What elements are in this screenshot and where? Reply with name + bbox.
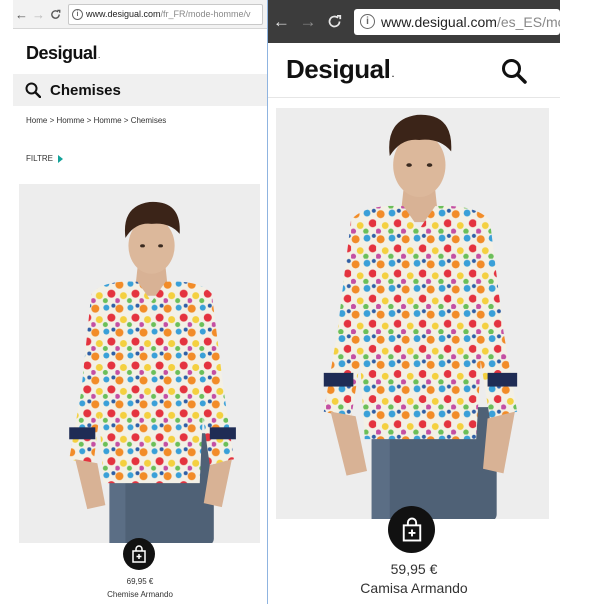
forward-arrow-icon[interactable]: → bbox=[30, 0, 47, 28]
browser-toolbar: ← → i www.desigual.com/fr_FR/mode-homme/… bbox=[13, 0, 267, 29]
category-title: Chemises bbox=[50, 81, 121, 99]
header-divider bbox=[268, 97, 560, 98]
filter-label: FILTRE bbox=[26, 154, 53, 163]
address-bar[interactable]: i www.desigual.com/es_ES/mod bbox=[354, 8, 560, 35]
desigual-logo[interactable]: Desigual. bbox=[26, 43, 100, 64]
category-search-bar[interactable]: Chemises bbox=[13, 74, 267, 106]
add-to-bag-button[interactable] bbox=[388, 506, 435, 553]
back-arrow-icon[interactable]: ← bbox=[13, 0, 30, 28]
breadcrumb[interactable]: Home > Homme > Homme > Chemises bbox=[26, 116, 166, 125]
product-name[interactable]: Camisa Armando bbox=[268, 580, 560, 596]
logo-mark: . bbox=[391, 67, 395, 80]
info-icon[interactable]: i bbox=[360, 14, 376, 29]
logo-mark: . bbox=[98, 51, 100, 60]
left-browser-window: ← → i www.desigual.com/fr_FR/mode-homme/… bbox=[13, 0, 267, 604]
desigual-logo[interactable]: Desigual. bbox=[286, 54, 395, 85]
logo-text: Desigual bbox=[26, 43, 98, 63]
search-icon[interactable] bbox=[500, 57, 528, 85]
filter-button[interactable]: FILTRE bbox=[26, 154, 63, 163]
right-browser-window: ← → i www.desigual.com/es_ES/mod Desigua… bbox=[267, 0, 560, 604]
reload-icon[interactable] bbox=[321, 0, 348, 43]
back-arrow-icon[interactable]: ← bbox=[268, 0, 295, 43]
play-triangle-icon bbox=[57, 154, 63, 163]
shopping-bag-icon bbox=[402, 517, 421, 542]
info-icon[interactable]: i bbox=[72, 8, 83, 20]
search-icon[interactable] bbox=[25, 82, 41, 98]
address-bar[interactable]: i www.desigual.com/fr_FR/mode-homme/v bbox=[68, 3, 263, 25]
url-path: /fr_FR/mode-homme/v bbox=[160, 9, 251, 19]
reload-icon[interactable] bbox=[47, 0, 64, 28]
url-host: www.desigual.com bbox=[381, 13, 497, 30]
logo-text: Desigual bbox=[286, 54, 391, 84]
product-price: 69,95 € bbox=[126, 577, 154, 586]
product-image[interactable] bbox=[276, 108, 549, 519]
shopping-bag-icon bbox=[132, 545, 146, 563]
product-image[interactable] bbox=[19, 184, 260, 543]
product-name[interactable]: Chemise Armando bbox=[13, 590, 267, 599]
url-host: www.desigual.com bbox=[86, 9, 161, 19]
url-path: /es_ES/mod bbox=[496, 13, 560, 30]
forward-arrow-icon[interactable]: → bbox=[295, 0, 322, 43]
add-to-bag-button[interactable] bbox=[123, 538, 155, 570]
product-price: 59,95 € bbox=[390, 561, 438, 577]
browser-toolbar: ← → i www.desigual.com/es_ES/mod bbox=[268, 0, 560, 43]
